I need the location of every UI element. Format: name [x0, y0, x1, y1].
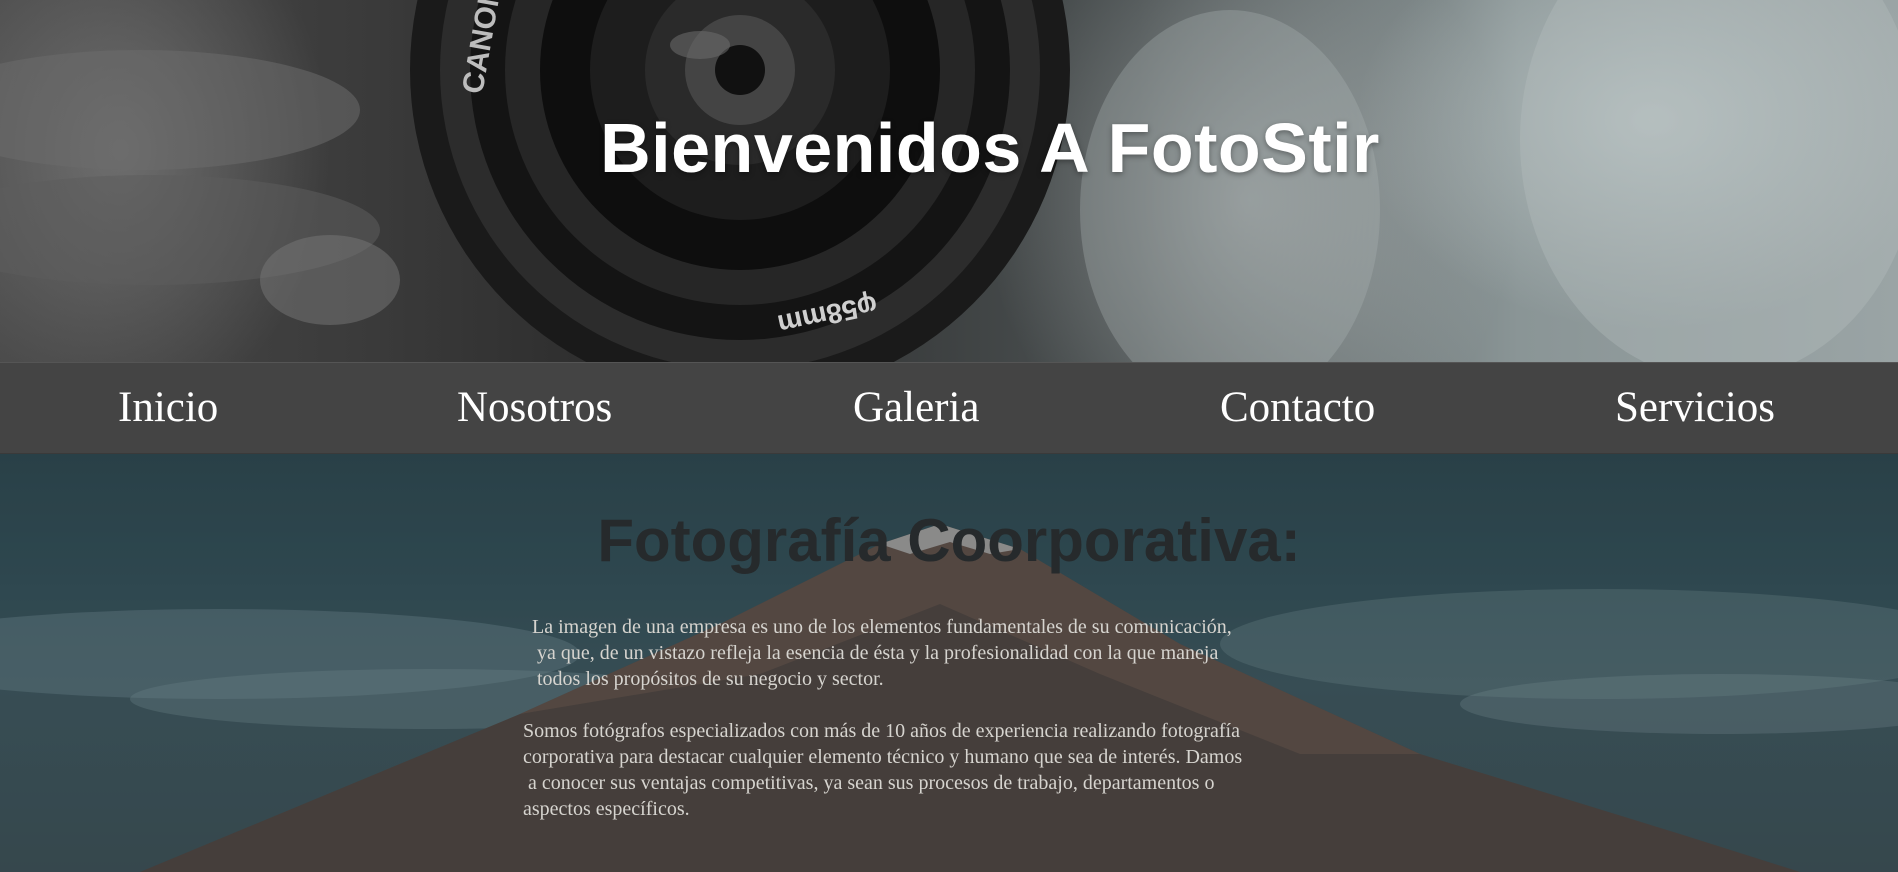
- main-navigation: Inicio Nosotros Galeria Contacto Servici…: [0, 362, 1898, 454]
- nav-item-nosotros[interactable]: Nosotros: [457, 383, 612, 432]
- section-title: Fotografía Coorporativa:: [597, 507, 1301, 574]
- nav-item-inicio[interactable]: Inicio: [118, 383, 218, 432]
- services-paragraph: Somos fotógrafos especializados con más …: [523, 720, 1243, 820]
- hero-banner: CANON φ58mm Bienvenidos A FotoStir: [0, 0, 1898, 362]
- nav-item-contacto[interactable]: Contacto: [1220, 383, 1375, 432]
- content-section: Fotografía Coorporativa: La imagen de un…: [0, 454, 1898, 872]
- intro-paragraph: La imagen de una empresa es uno de los e…: [532, 616, 1232, 690]
- nav-item-galeria[interactable]: Galeria: [853, 383, 980, 432]
- nav-item-servicios[interactable]: Servicios: [1615, 383, 1775, 432]
- page-title: Bienvenidos A FotoStir: [600, 109, 1380, 187]
